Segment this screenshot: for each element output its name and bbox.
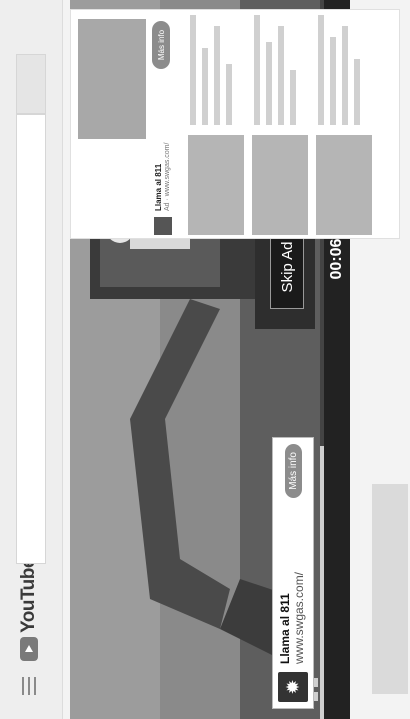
ad-url[interactable]: www.swgas.com/ — [292, 498, 307, 664]
sidebar-ad-logo-icon — [154, 217, 172, 235]
sidebar-ad-title: Llama al 811 — [153, 163, 163, 211]
video-thumbnail — [188, 135, 244, 235]
ad-title: Llama al 811 — [278, 593, 293, 664]
skip-ad-label: Skip Ad — [278, 241, 296, 293]
brand-name: YouTube — [18, 558, 39, 633]
sidebar-ad-banner[interactable] — [78, 19, 146, 139]
more-info-button[interactable]: Más info — [284, 444, 302, 498]
search-button[interactable] — [16, 54, 46, 114]
header: YouTube — [0, 0, 63, 719]
recommended-video[interactable] — [252, 13, 308, 235]
swgas-flame-icon: ✹ — [278, 672, 308, 702]
recommended-video[interactable] — [316, 13, 372, 235]
sidebar-ad-subtitle: Ad · www.swgas.com/ — [163, 142, 171, 211]
hamburger-menu-icon[interactable] — [22, 677, 36, 695]
youtube-play-icon — [20, 637, 38, 661]
youtube-page: YouTube ✹ Llama al 811 www.swgas.com/ Má… — [0, 0, 410, 719]
youtube-logo[interactable]: YouTube — [16, 558, 42, 661]
ad-overlay-card[interactable]: ✹ Llama al 811 www.swgas.com/ Más info — [272, 437, 314, 709]
recommended-video[interactable] — [188, 13, 244, 235]
video-thumbnail — [252, 135, 308, 235]
video-info-area — [372, 484, 408, 694]
sidebar-more-info-button[interactable]: Más info — [152, 21, 170, 69]
sidebar-ad[interactable]: Llama al 811 Ad · www.swgas.com/ — [148, 85, 178, 235]
search-input[interactable] — [16, 114, 46, 564]
video-thumbnail — [316, 135, 372, 235]
